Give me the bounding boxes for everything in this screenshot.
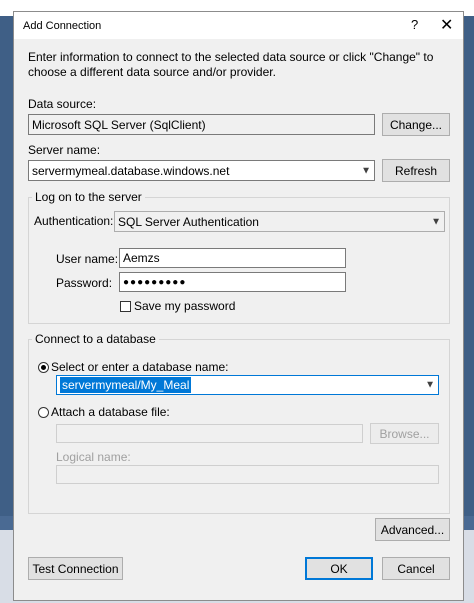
cancel-button[interactable]: Cancel <box>382 557 450 580</box>
logical-name-label: Logical name: <box>56 450 131 464</box>
logon-group-title: Log on to the server <box>32 190 145 204</box>
password-input[interactable]: ●●●●●●●●● <box>119 272 346 292</box>
test-connection-button[interactable]: Test Connection <box>28 557 123 580</box>
window-title: Add Connection <box>23 20 102 32</box>
ok-button[interactable]: OK <box>305 557 373 580</box>
add-connection-dialog: Add Connection ? ✕ Enter information to … <box>13 11 464 601</box>
chevron-down-icon[interactable]: ▼ <box>361 165 371 176</box>
username-label: User name: <box>56 252 119 266</box>
select-database-radio[interactable] <box>38 362 49 373</box>
change-button[interactable]: Change... <box>382 113 450 136</box>
save-password-label[interactable]: Save my password <box>134 299 235 313</box>
server-name-label: Server name: <box>28 143 101 157</box>
select-database-label[interactable]: Select or enter a database name: <box>51 360 228 374</box>
chevron-down-icon[interactable]: ▼ <box>431 216 441 227</box>
database-name-value: servermymeal/My_Meal <box>60 377 192 393</box>
close-icon[interactable]: ✕ <box>440 15 453 35</box>
database-name-combo[interactable]: servermymeal/My_Meal ▼ <box>56 375 439 395</box>
database-group-title: Connect to a database <box>32 332 159 346</box>
username-input[interactable]: Aemzs <box>119 248 346 268</box>
browse-button: Browse... <box>370 423 439 444</box>
password-value: ●●●●●●●●● <box>123 276 187 288</box>
server-name-combo[interactable]: servermymeal.database.windows.net ▼ <box>28 160 375 181</box>
authentication-label: Authentication: <box>34 214 114 228</box>
attach-database-label[interactable]: Attach a database file: <box>51 405 170 419</box>
chevron-down-icon[interactable]: ▼ <box>425 380 435 391</box>
advanced-button[interactable]: Advanced... <box>375 518 450 541</box>
server-name-value: servermymeal.database.windows.net <box>32 163 230 178</box>
datasource-value: Microsoft SQL Server (SqlClient) <box>32 117 206 132</box>
refresh-button[interactable]: Refresh <box>382 159 450 182</box>
logical-name-input <box>56 465 439 484</box>
save-password-checkbox[interactable] <box>120 301 131 312</box>
username-value: Aemzs <box>123 251 160 265</box>
help-icon[interactable]: ? <box>411 17 418 32</box>
title-bar[interactable]: Add Connection ? ✕ <box>14 12 463 39</box>
attach-database-radio[interactable] <box>38 407 49 418</box>
intro-text: Enter information to connect to the sele… <box>28 50 434 79</box>
authentication-value: SQL Server Authentication <box>118 214 259 229</box>
password-label: Password: <box>56 276 113 290</box>
radio-dot <box>41 365 46 370</box>
datasource-field: Microsoft SQL Server (SqlClient) <box>28 114 375 135</box>
authentication-combo[interactable]: SQL Server Authentication ▼ <box>114 211 445 232</box>
datasource-label: Data source: <box>28 97 97 111</box>
database-file-input <box>56 424 363 443</box>
